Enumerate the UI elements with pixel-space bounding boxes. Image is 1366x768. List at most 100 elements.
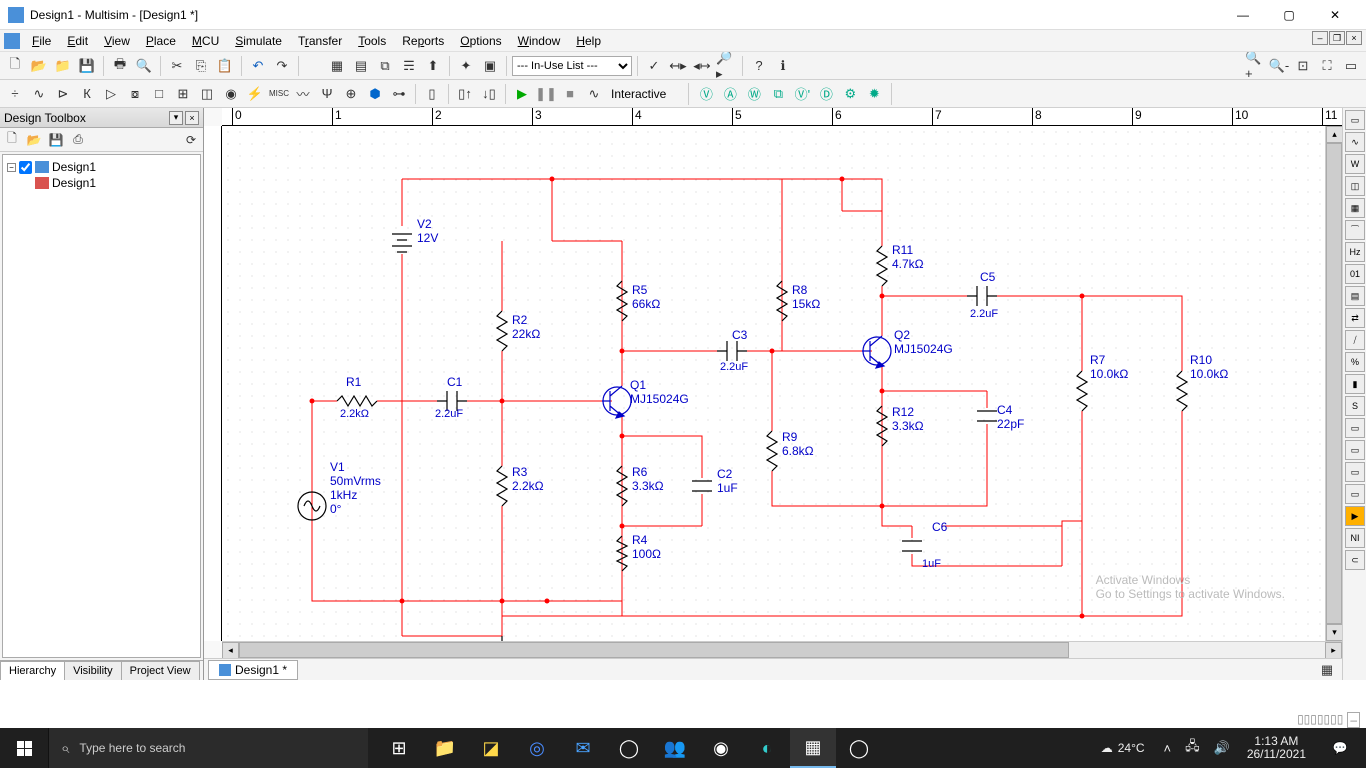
erc-icon[interactable]: ✓	[643, 55, 665, 77]
menu-tools[interactable]: Tools	[350, 32, 394, 50]
hier-up-icon[interactable]: ▯↑	[454, 83, 476, 105]
place-basic-icon[interactable]: ∿	[28, 83, 50, 105]
4ch-scope-icon[interactable]: ▦	[1345, 198, 1365, 218]
teams-icon[interactable]: 👥	[652, 728, 698, 768]
tek-scope-icon[interactable]: ▭	[1345, 484, 1365, 504]
postproc-icon[interactable]: ☴	[398, 55, 420, 77]
label-R3[interactable]: R32.2kΩ	[512, 466, 544, 494]
menu-file[interactable]: File	[24, 32, 59, 50]
label-R1[interactable]: R1	[346, 376, 361, 390]
open-samples-icon[interactable]: 📁	[52, 55, 74, 77]
place-analog-icon[interactable]: ▷	[100, 83, 122, 105]
notifications-icon[interactable]: 💬	[1320, 728, 1360, 768]
paste-icon[interactable]: 📋	[214, 55, 236, 77]
skype-icon[interactable]: ◉	[698, 728, 744, 768]
menu-window[interactable]: Window	[510, 32, 569, 50]
tab-visibility[interactable]: Visibility	[64, 661, 122, 680]
scroll-up-icon[interactable]: ▴	[1326, 126, 1342, 143]
probe-chart-icon[interactable]: ✹	[863, 83, 885, 105]
maximize-button[interactable]: ▢	[1266, 0, 1312, 30]
distortion-icon[interactable]: %	[1345, 352, 1365, 372]
minimize-button[interactable]: —	[1220, 0, 1266, 30]
parent-icon[interactable]: ⬆	[422, 55, 444, 77]
expand-icon[interactable]: −	[7, 163, 16, 172]
component-wizard-icon[interactable]: ✦	[455, 55, 477, 77]
label-R10[interactable]: R1010.0kΩ	[1190, 354, 1228, 382]
tb-new-icon[interactable]: 🗋	[2, 130, 22, 150]
forward-annotate-icon[interactable]: ◂↦	[691, 55, 713, 77]
bode-icon[interactable]: ⁀	[1345, 220, 1365, 240]
label-Q1[interactable]: Q1MJ15024G	[630, 379, 689, 407]
label-V1[interactable]: V150mVrms 1kHz 0°	[330, 461, 381, 517]
close-button[interactable]: ✕	[1312, 0, 1358, 30]
horizontal-scrollbar[interactable]: ◂ ▸	[222, 641, 1342, 658]
undo-icon[interactable]: ↶	[247, 55, 269, 77]
menu-help[interactable]: Help	[568, 32, 609, 50]
zoom-fit-icon[interactable]: ⛶	[1316, 55, 1338, 77]
design-tree[interactable]: − Design1 Design1	[2, 154, 201, 658]
chrome2-icon[interactable]: ◯	[836, 728, 882, 768]
vertical-scrollbar[interactable]: ▴ ▾	[1325, 126, 1342, 641]
scroll-left-icon[interactable]: ◂	[222, 642, 239, 659]
probe-d-icon[interactable]: Ⓓ	[815, 83, 837, 105]
back-annotate-icon[interactable]: ↤▸	[667, 55, 689, 77]
info-icon[interactable]: ℹ	[772, 55, 794, 77]
mdi-minimize[interactable]: –	[1312, 31, 1328, 45]
mdi-restore[interactable]: ❐	[1329, 31, 1345, 45]
help-icon[interactable]: ?	[748, 55, 770, 77]
place-diode-icon[interactable]: ⊳	[52, 83, 74, 105]
cut-icon[interactable]: ✂	[166, 55, 188, 77]
edge-icon[interactable]: ◐	[744, 728, 790, 768]
weather-widget[interactable]: ☁ 24°C	[1093, 741, 1153, 755]
print-icon[interactable]: 🖶	[109, 55, 131, 77]
mdi-close[interactable]: ×	[1346, 31, 1362, 45]
tb-saveall-icon[interactable]: ⎙	[68, 130, 88, 150]
place-misc-digital-icon[interactable]: ⊞	[172, 83, 194, 105]
tab-hierarchy[interactable]: Hierarchy	[0, 661, 65, 680]
fullscreen-icon[interactable]: ▭	[1340, 55, 1362, 77]
place-mixed-icon[interactable]: ◫	[196, 83, 218, 105]
place-connector-icon[interactable]: ⊶	[388, 83, 410, 105]
label-R8[interactable]: R815kΩ	[792, 284, 820, 312]
label-C1v[interactable]: 2.2uF	[435, 408, 463, 421]
label-C1[interactable]: C1	[447, 376, 462, 390]
spreadsheet-icon[interactable]: ▤	[350, 55, 372, 77]
menu-simulate[interactable]: Simulate	[227, 32, 290, 50]
probe-v-icon[interactable]: Ⓥ	[695, 83, 717, 105]
zoom-out-icon[interactable]: 🔍-	[1268, 55, 1290, 77]
spectrum-icon[interactable]: ▮	[1345, 374, 1365, 394]
hier-down-icon[interactable]: ↓▯	[478, 83, 500, 105]
menu-options[interactable]: Options	[452, 32, 509, 50]
probe-diff-icon[interactable]: ⧉	[767, 83, 789, 105]
tray-volume-icon[interactable]: 🔊	[1211, 737, 1233, 759]
run-button[interactable]: ▶	[511, 83, 533, 105]
agilent-fg-icon[interactable]: ▭	[1345, 418, 1365, 438]
iv-analyzer-icon[interactable]: ⧸	[1345, 330, 1365, 350]
task-view-icon[interactable]: ⊞	[376, 728, 422, 768]
zoom-area-icon[interactable]: ⊡	[1292, 55, 1314, 77]
open-icon[interactable]: 📂	[28, 55, 50, 77]
menu-mcu[interactable]: MCU	[184, 32, 227, 50]
tree-root-node[interactable]: − Design1	[7, 159, 196, 175]
logic-analyzer-icon[interactable]: ▤	[1345, 286, 1365, 306]
label-R6[interactable]: R63.3kΩ	[632, 466, 664, 494]
tray-chevron-icon[interactable]: ˄	[1161, 738, 1175, 759]
tray-network-icon[interactable]: 🖧	[1182, 734, 1203, 762]
save-icon[interactable]: 💾	[76, 55, 98, 77]
toolbox-dropdown-icon[interactable]: ▾	[169, 111, 183, 125]
probe-w-icon[interactable]: Ⓦ	[743, 83, 765, 105]
print-preview-icon[interactable]: 🔍	[133, 55, 155, 77]
explorer-icon[interactable]: 📁	[422, 728, 468, 768]
oscilloscope-icon[interactable]: ◫	[1345, 176, 1365, 196]
labview-icon[interactable]: ▶	[1345, 506, 1365, 526]
label-R11[interactable]: R114.7kΩ	[892, 244, 924, 272]
label-R9[interactable]: R96.8kΩ	[782, 431, 814, 459]
label-R4[interactable]: R4100Ω	[632, 534, 661, 562]
tab-options-icon[interactable]: ▦	[1316, 659, 1338, 681]
place-rf-icon[interactable]: Ψ	[316, 83, 338, 105]
agilent-mm-icon[interactable]: ▭	[1345, 440, 1365, 460]
label-C6[interactable]: C6	[932, 521, 947, 535]
tab-project-view[interactable]: Project View	[121, 661, 200, 680]
menu-reports[interactable]: Reports	[394, 32, 452, 50]
label-R12[interactable]: R123.3kΩ	[892, 406, 924, 434]
